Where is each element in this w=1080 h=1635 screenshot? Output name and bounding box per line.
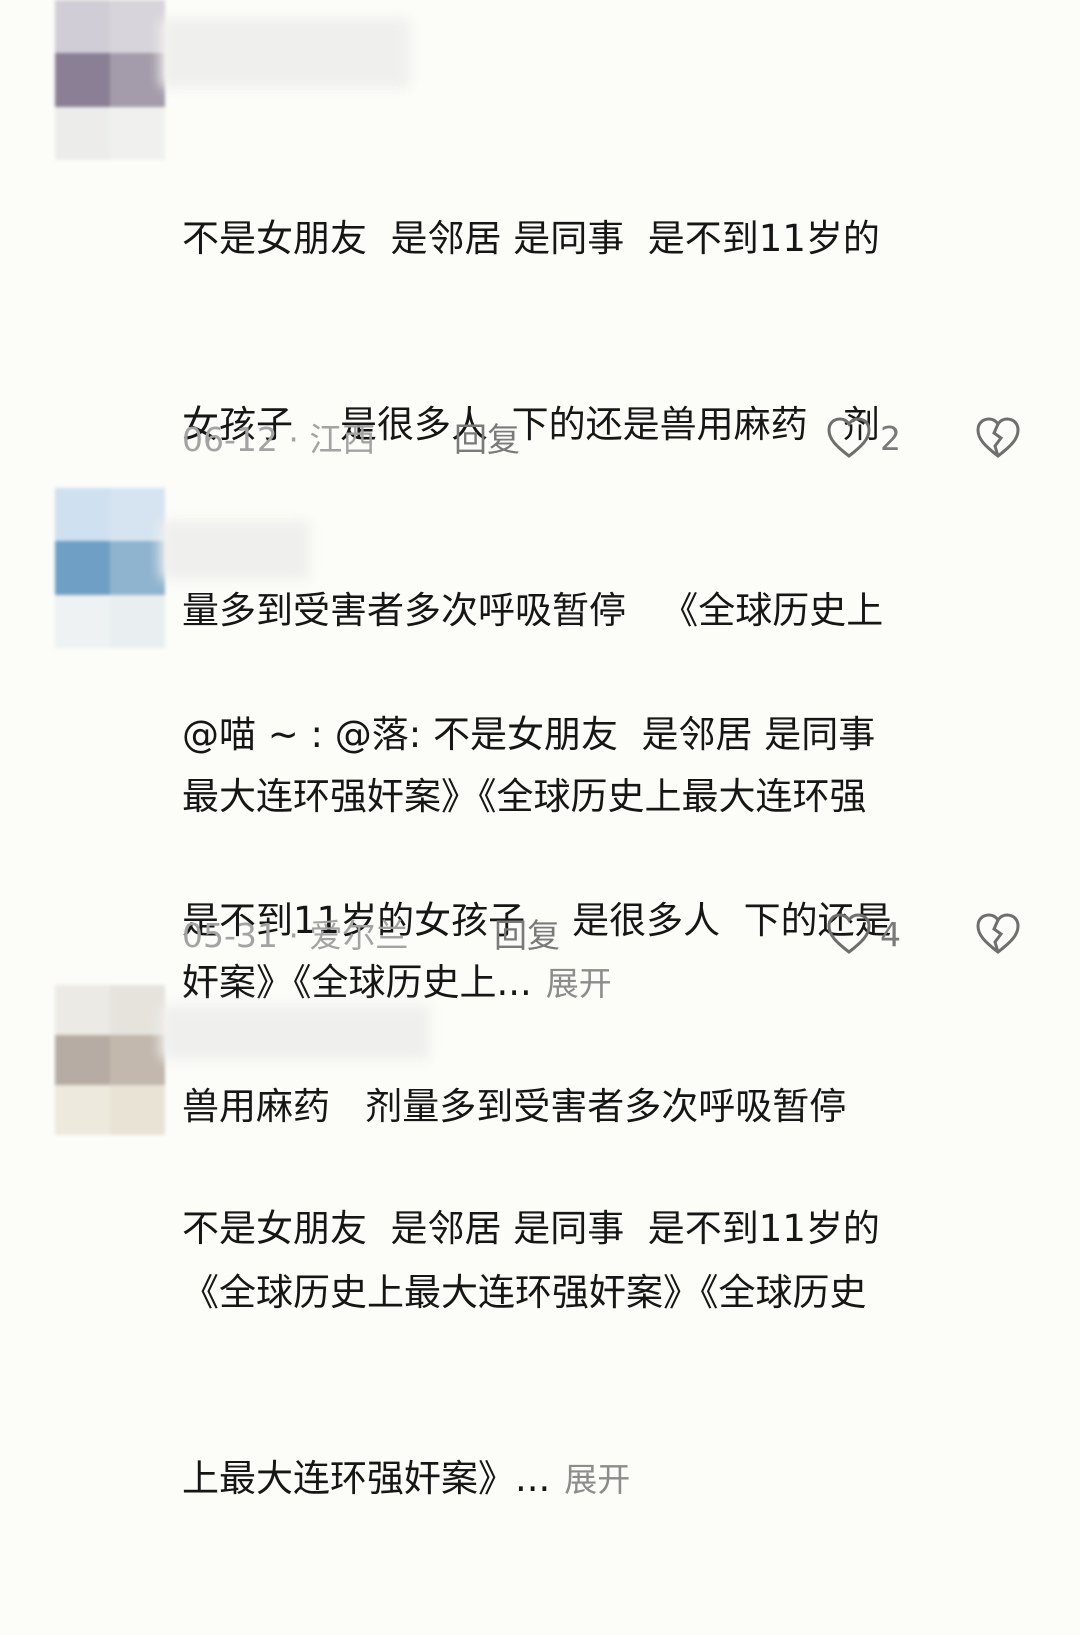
comment-date: 06-12 [182,420,278,459]
comment-location: 江西 [309,420,376,459]
like-button[interactable]: 2 [826,416,901,460]
broken-heart-icon [976,913,1020,954]
heart-outline-icon [827,913,871,954]
broken-heart-icon [976,417,1020,458]
dislike-button[interactable] [975,912,1021,960]
expand-link[interactable]: 展开 [564,1460,630,1499]
dislike-button[interactable] [975,416,1021,464]
comment-text: 不是女朋友 是邻居 是同事 是不到11岁的 [182,1207,880,1250]
username-redacted[interactable] [160,520,310,580]
like-count: 2 [880,418,901,458]
heart-outline-icon [827,417,871,458]
comment-location: 爱尔兰 [309,916,409,955]
meta-separator: · [288,420,299,459]
avatar-redacted[interactable] [55,488,165,648]
comment-date: 05-31 [182,916,278,955]
reply-button[interactable]: 回复 [494,916,560,956]
like-count: 4 [880,914,901,954]
reply-button[interactable]: 回复 [454,420,520,460]
avatar-redacted[interactable] [55,985,165,1135]
comment-meta: 06-12 · 江西 [182,420,375,460]
comment-meta: 05-31 · 爱尔兰 [182,916,408,956]
username-redacted[interactable] [160,1005,430,1060]
meta-separator: · [288,916,299,955]
username-redacted[interactable] [160,18,410,88]
avatar-redacted[interactable] [55,0,165,160]
like-button[interactable]: 4 [826,912,901,956]
